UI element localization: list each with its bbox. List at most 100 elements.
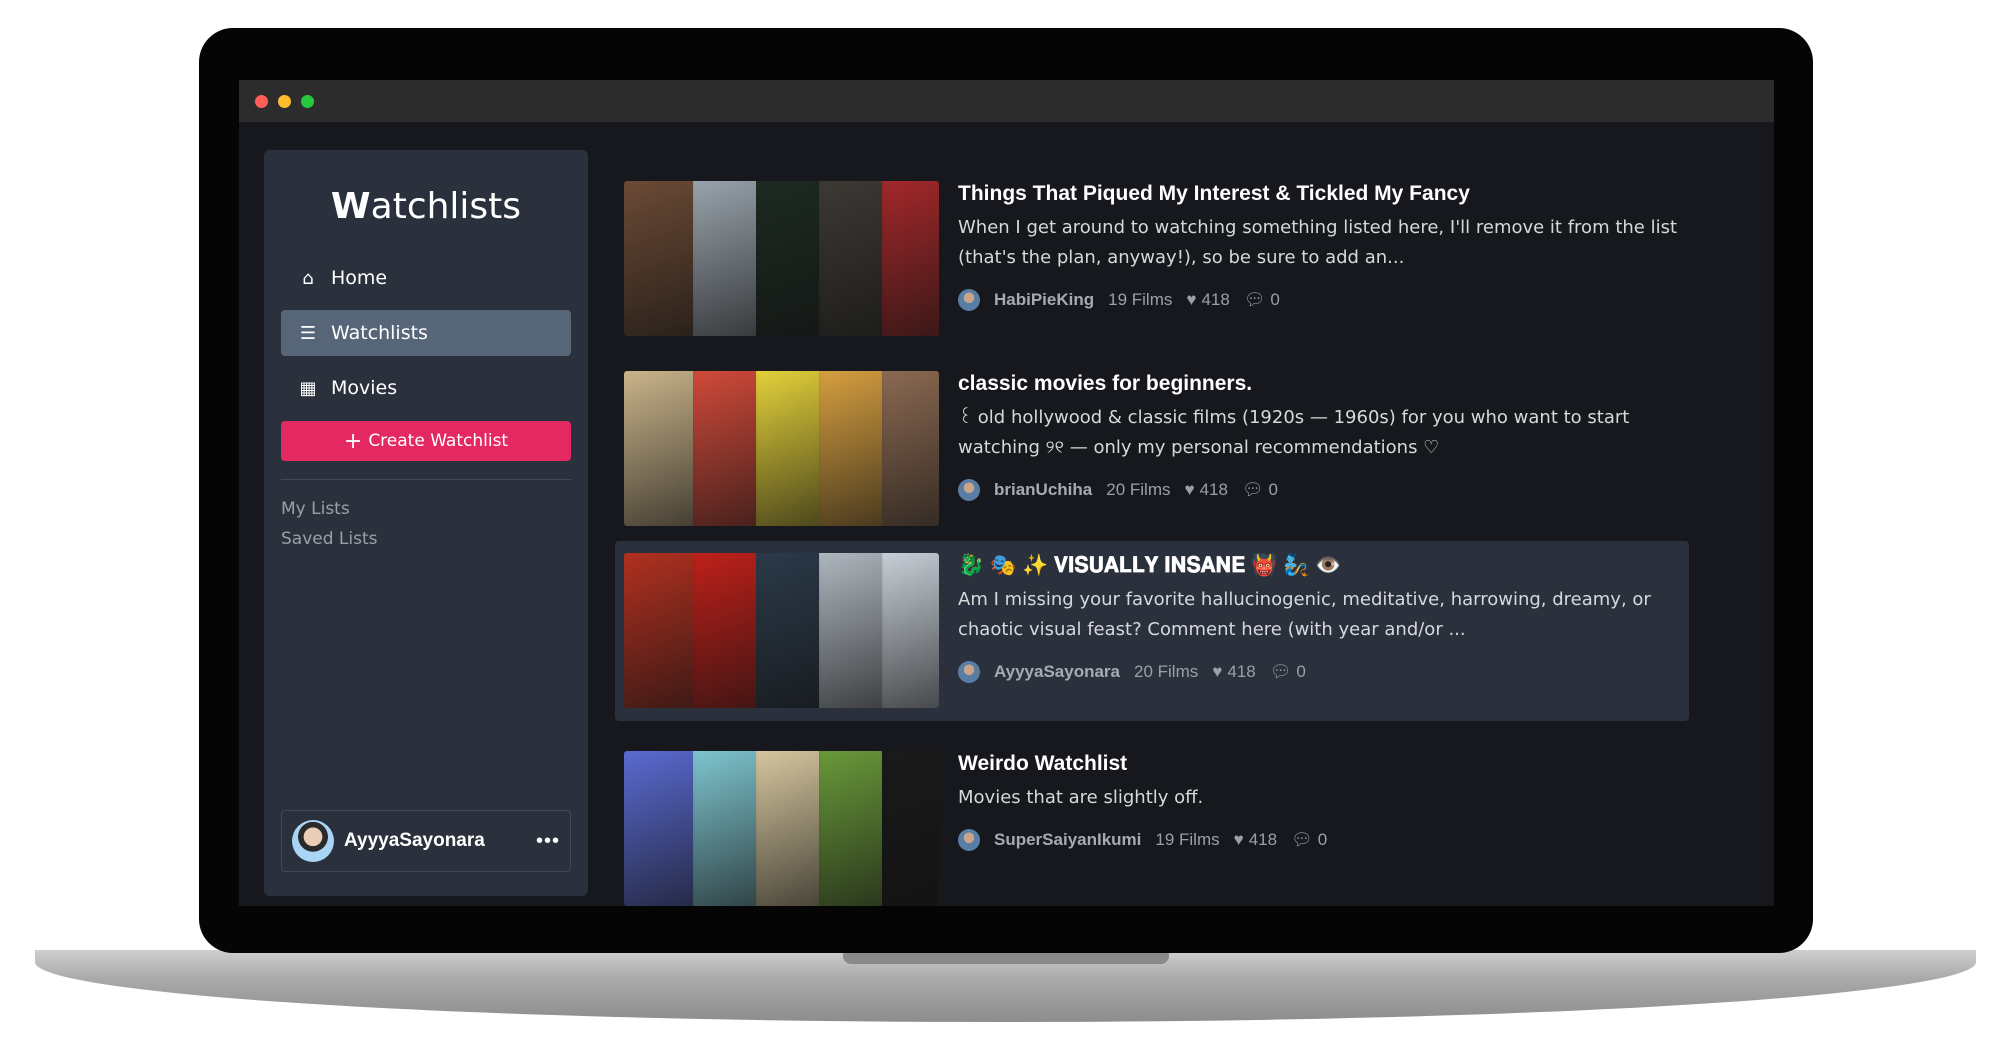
minimize-window-button[interactable]: [278, 94, 291, 108]
user-avatar: [958, 289, 980, 311]
heart-icon[interactable]: ♥: [1234, 830, 1244, 850]
poster-thumbnail: [813, 371, 882, 526]
watchlist-title[interactable]: Weirdo Watchlist: [958, 749, 1679, 779]
comment-icon[interactable]: 💬︎: [1270, 662, 1292, 682]
user-menu[interactable]: AyyyaSayonara •••: [281, 810, 571, 872]
author-name[interactable]: SuperSaiyanIkumi: [994, 830, 1141, 850]
card-info: 🐉 🎭 ✨ 𝐕𝐈𝐒𝐔𝐀𝐋𝐋𝐘 𝐈𝐍𝐒𝐀𝐍𝐄 👹 🧞 👁️ Am I missin…: [958, 551, 1679, 683]
sidebar-item-watchlists[interactable]: ☰ Watchlists: [281, 310, 571, 356]
film-icon: ▦: [299, 377, 317, 399]
poster-thumbnail: [813, 751, 882, 906]
film-count: 20 Films: [1106, 480, 1171, 499]
sidebar-item-label: Movies: [331, 377, 398, 399]
create-watchlist-label: Create Watchlist: [368, 431, 509, 451]
comment-count: 0: [1270, 290, 1280, 309]
poster-thumbnail: [876, 371, 939, 526]
create-watchlist-button[interactable]: + Create Watchlist: [281, 421, 571, 461]
saved-lists-link[interactable]: Saved Lists: [281, 524, 588, 554]
comment-icon[interactable]: 💬︎: [1291, 830, 1313, 850]
poster-thumbnail: [750, 371, 819, 526]
watchlist-description: When I get around to watching something …: [958, 217, 1678, 268]
heart-icon[interactable]: ♥: [1186, 290, 1196, 310]
watchlist-meta: HabiPieKing 19 Films ♥ 418 💬︎ 0: [958, 289, 1679, 311]
watchlist-card[interactable]: classic movies for beginners. ꒰ old holl…: [615, 359, 1689, 539]
list-icon: ☰: [299, 322, 317, 344]
poster-thumbnail: [876, 751, 939, 906]
author-name[interactable]: brianUchiha: [994, 480, 1092, 500]
poster-thumbnail: [624, 553, 693, 708]
like-count: 418: [1227, 662, 1256, 681]
sidebar-item-home[interactable]: ⌂ Home: [281, 255, 571, 301]
divider: [281, 479, 571, 480]
maximize-window-button[interactable]: [301, 94, 314, 108]
poster-thumbnail: [750, 181, 819, 336]
poster-collage: [624, 553, 939, 708]
film-count: 20 Films: [1134, 662, 1199, 681]
watchlist-title[interactable]: 🐉 🎭 ✨ 𝐕𝐈𝐒𝐔𝐀𝐋𝐋𝐘 𝐈𝐍𝐒𝐀𝐍𝐄 👹 🧞 👁️: [958, 551, 1679, 581]
watchlist-card[interactable]: Weirdo Watchlist Movies that are slightl…: [615, 739, 1689, 906]
sidebar-item-label: Watchlists: [331, 322, 428, 344]
user-avatar: [958, 661, 980, 683]
like-count: 418: [1201, 290, 1230, 309]
watchlist-card[interactable]: 🐉 🎭 ✨ 𝐕𝐈𝐒𝐔𝐀𝐋𝐋𝐘 𝐈𝐍𝐒𝐀𝐍𝐄 👹 🧞 👁️ Am I missin…: [615, 541, 1689, 721]
poster-thumbnail: [687, 553, 756, 708]
laptop-notch: [843, 952, 1169, 964]
watchlist-description: ꒰ old hollywood & classic films (1920s —…: [958, 407, 1630, 458]
window-titlebar: [239, 80, 1774, 122]
watchlist-meta: SuperSaiyanIkumi 19 Films ♥ 418 💬︎ 0: [958, 829, 1679, 851]
poster-thumbnail: [750, 751, 819, 906]
plus-icon: +: [343, 428, 363, 454]
watchlist-meta: brianUchiha 20 Films ♥ 418 💬︎ 0: [958, 479, 1679, 501]
poster-thumbnail: [687, 181, 756, 336]
comment-icon[interactable]: 💬︎: [1244, 290, 1266, 310]
poster-thumbnail: [876, 553, 939, 708]
poster-thumbnail: [687, 371, 756, 526]
sidebar-item-movies[interactable]: ▦ Movies: [281, 365, 571, 411]
poster-thumbnail: [813, 553, 882, 708]
sidebar-item-label: Home: [331, 267, 388, 289]
watchlist-card[interactable]: Things That Piqued My Interest & Tickled…: [615, 169, 1689, 349]
card-info: Things That Piqued My Interest & Tickled…: [958, 179, 1679, 311]
film-count: 19 Films: [1108, 290, 1173, 309]
author-name[interactable]: AyyyaSayonara: [994, 662, 1120, 682]
poster-collage: [624, 751, 939, 906]
user-avatar: [958, 479, 980, 501]
watchlist-title[interactable]: Things That Piqued My Interest & Tickled…: [958, 179, 1679, 209]
poster-thumbnail: [813, 181, 882, 336]
avatar: [292, 820, 334, 862]
sidebar: Watchlists ⌂ Home ☰ Watchlists ▦ Movies + Cr…: [264, 150, 588, 896]
poster-thumbnail: [624, 371, 693, 526]
sidebar-nav: ⌂ Home ☰ Watchlists ▦ Movies: [281, 255, 571, 411]
like-count: 418: [1248, 830, 1278, 849]
author-name[interactable]: HabiPieKing: [994, 290, 1094, 310]
card-info: classic movies for beginners. ꒰ old holl…: [958, 369, 1679, 501]
user-avatar: [958, 829, 980, 851]
poster-thumbnail: [624, 751, 693, 906]
app-logo: Watchlists: [330, 186, 522, 227]
more-options-icon[interactable]: •••: [536, 830, 560, 853]
card-info: Weirdo Watchlist Movies that are slightl…: [958, 749, 1679, 851]
poster-thumbnail: [624, 181, 693, 336]
comment-count: 0: [1296, 662, 1306, 681]
film-count: 19 Films: [1155, 830, 1220, 849]
poster-thumbnail: [687, 751, 756, 906]
heart-icon[interactable]: ♥: [1184, 480, 1194, 500]
comment-icon[interactable]: 💬︎: [1242, 480, 1264, 500]
home-icon: ⌂: [302, 267, 314, 289]
comment-count: 0: [1268, 480, 1279, 499]
poster-thumbnail: [750, 553, 819, 708]
watchlist-meta: AyyyaSayonara 20 Films ♥ 418 💬︎ 0: [958, 661, 1679, 683]
close-window-button[interactable]: [255, 94, 268, 108]
comment-count: 0: [1317, 830, 1328, 849]
poster-thumbnail: [876, 181, 939, 336]
watchlist-title[interactable]: classic movies for beginners.: [958, 369, 1679, 399]
user-name: AyyyaSayonara: [344, 830, 485, 851]
like-count: 418: [1199, 480, 1228, 499]
app-window: Watchlists ⌂ Home ☰ Watchlists ▦ Movies + Cr…: [239, 80, 1774, 906]
poster-collage: [624, 181, 939, 336]
my-lists-link[interactable]: My Lists: [281, 494, 588, 524]
poster-collage: [624, 371, 939, 526]
watchlist-description: Am I missing your favorite hallucinogeni…: [958, 589, 1651, 640]
watchlist-description: Movies that are slightly off.: [958, 787, 1204, 808]
heart-icon[interactable]: ♥: [1212, 662, 1222, 682]
